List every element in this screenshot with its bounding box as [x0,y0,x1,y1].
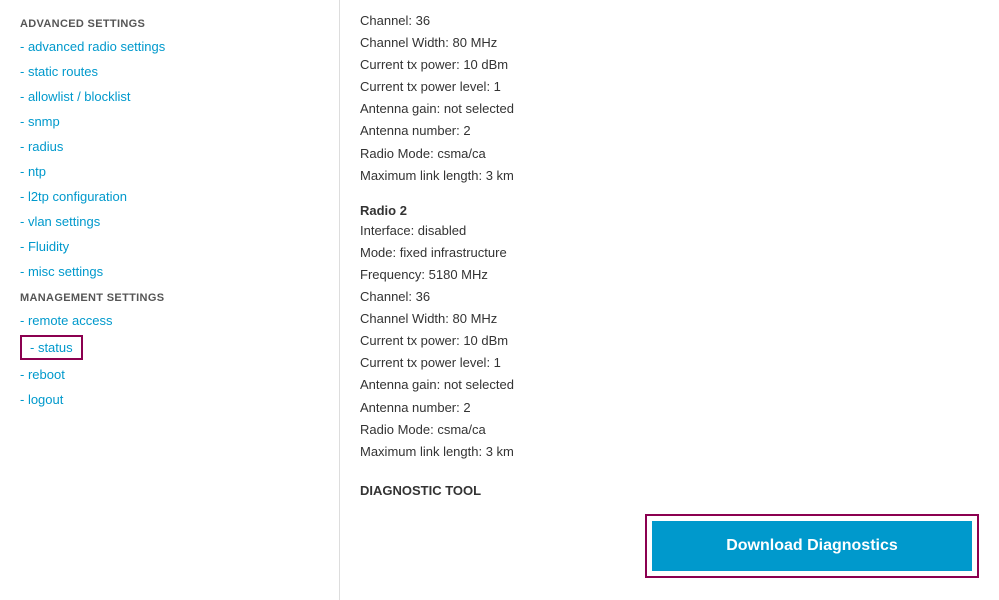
radio1-line-0: Interface: disabled [360,220,979,242]
download-btn-wrapper: Download Diagnostics [360,514,979,578]
radio1-line-3: Channel: 36 [360,286,979,308]
sidebar-item-misc-settings[interactable]: - misc settings [10,259,339,284]
radio1-line-1: Mode: fixed infrastructure [360,242,979,264]
download-diagnostics-button[interactable]: Download Diagnostics [652,521,972,571]
above-line-4: Antenna gain: not selected [360,98,979,120]
sidebar-item-fluidity[interactable]: - Fluidity [10,234,339,259]
radio1-line-6: Current tx power level: 1 [360,352,979,374]
sidebar-item-reboot[interactable]: - reboot [10,362,339,387]
sidebar: ADVANCED SETTINGS - advanced radio setti… [0,0,340,600]
main-content: Channel: 36 Channel Width: 80 MHz Curren… [340,0,999,600]
sidebar-item-status[interactable]: - status [20,335,83,360]
sidebar-item-snmp[interactable]: - snmp [10,109,339,134]
sidebar-item-l2tp-configuration[interactable]: - l2tp configuration [10,184,339,209]
radio1-line-8: Antenna number: 2 [360,397,979,419]
above-line-5: Antenna number: 2 [360,120,979,142]
sidebar-item-remote-access[interactable]: - remote access [10,308,339,333]
sidebar-item-allowlist-blocklist[interactable]: - allowlist / blocklist [10,84,339,109]
radio1-info: Interface: disabled Mode: fixed infrastr… [360,220,979,463]
radio1-line-10: Maximum link length: 3 km [360,441,979,463]
radio1-line-9: Radio Mode: csma/ca [360,419,979,441]
diagnostic-tool-heading: DIAGNOSTIC TOOL [360,483,979,498]
sidebar-item-radius[interactable]: - radius [10,134,339,159]
above-line-0: Channel: 36 [360,10,979,32]
radio1-title: Radio 2 [360,203,979,218]
management-settings-title: MANAGEMENT SETTINGS [10,284,339,308]
sidebar-item-ntp[interactable]: - ntp [10,159,339,184]
above-line-6: Radio Mode: csma/ca [360,143,979,165]
radio1-line-2: Frequency: 5180 MHz [360,264,979,286]
above-line-3: Current tx power level: 1 [360,76,979,98]
sidebar-item-advanced-radio-settings[interactable]: - advanced radio settings [10,34,339,59]
above-line-2: Current tx power: 10 dBm [360,54,979,76]
above-line-1: Channel Width: 80 MHz [360,32,979,54]
above-radio1-info: Channel: 36 Channel Width: 80 MHz Curren… [360,10,979,187]
radio1-line-7: Antenna gain: not selected [360,374,979,396]
radio1-line-5: Current tx power: 10 dBm [360,330,979,352]
radio1-line-4: Channel Width: 80 MHz [360,308,979,330]
advanced-settings-title: ADVANCED SETTINGS [10,10,339,34]
sidebar-item-vlan-settings[interactable]: - vlan settings [10,209,339,234]
sidebar-item-static-routes[interactable]: - static routes [10,59,339,84]
sidebar-item-logout[interactable]: - logout [10,387,339,412]
above-line-7: Maximum link length: 3 km [360,165,979,187]
download-btn-border: Download Diagnostics [645,514,979,578]
